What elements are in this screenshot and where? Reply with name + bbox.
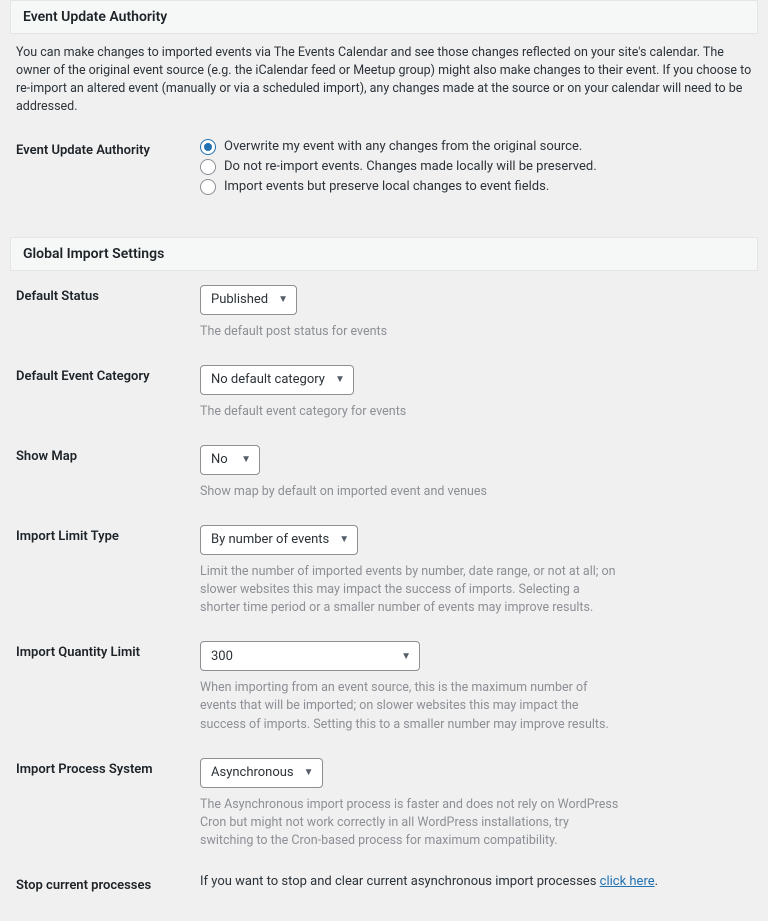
chevron-down-icon: ▼ (304, 767, 314, 778)
helper-text: The default post status for events (200, 323, 620, 341)
radio-icon (200, 159, 216, 175)
stop-processes-text: If you want to stop and clear current as… (200, 874, 658, 889)
radio-option-preserve-local[interactable]: Import events but preserve local changes… (200, 179, 748, 195)
field-label-default-status: Default Status (10, 271, 200, 351)
field-label-import-quantity-limit: Import Quantity Limit (10, 627, 200, 743)
radio-label: Do not re-import events. Changes made lo… (224, 159, 597, 174)
section-title: Event Update Authority (23, 9, 745, 25)
select-import-quantity-limit[interactable]: 300 ▼ (200, 641, 420, 671)
select-value: No default category (211, 372, 325, 387)
helper-text: The default event category for events (200, 403, 620, 421)
select-value: 300 (211, 649, 233, 664)
field-label-stop-processes: Stop current processes (10, 860, 200, 911)
radio-label: Import events but preserve local changes… (224, 179, 549, 194)
chevron-down-icon: ▼ (335, 374, 345, 385)
select-value: Asynchronous (211, 765, 294, 780)
chevron-down-icon: ▼ (339, 534, 349, 545)
select-show-map[interactable]: No ▼ (200, 445, 260, 475)
radio-option-do-not-reimport[interactable]: Do not re-import events. Changes made lo… (200, 159, 748, 175)
stop-text-prefix: If you want to stop and clear current as… (200, 874, 600, 889)
section-intro: You can make changes to imported events … (10, 34, 758, 125)
field-label-default-category: Default Event Category (10, 351, 200, 431)
stop-processes-link[interactable]: click here (600, 874, 655, 889)
field-label-show-map: Show Map (10, 431, 200, 511)
section-header-event-update-authority: Event Update Authority (10, 0, 758, 34)
chevron-down-icon: ▼ (401, 651, 411, 662)
radio-label: Overwrite my event with any changes from… (224, 139, 582, 154)
field-label-import-process: Import Process System (10, 744, 200, 860)
select-import-limit-type[interactable]: By number of events ▼ (200, 525, 358, 555)
field-label-import-limit-type: Import Limit Type (10, 511, 200, 627)
field-label-authority: Event Update Authority (10, 125, 200, 209)
select-default-status[interactable]: Published ▼ (200, 285, 297, 315)
radio-option-overwrite[interactable]: Overwrite my event with any changes from… (200, 139, 748, 155)
select-default-category[interactable]: No default category ▼ (200, 365, 354, 395)
helper-text: When importing from an event source, thi… (200, 679, 620, 733)
stop-text-suffix: . (655, 874, 658, 889)
helper-text: Show map by default on imported event an… (200, 483, 620, 501)
helper-text: The Asynchronous import process is faste… (200, 796, 620, 850)
chevron-down-icon: ▼ (278, 294, 288, 305)
chevron-down-icon: ▼ (241, 454, 251, 465)
section-title: Global Import Settings (23, 246, 745, 262)
select-value: Published (211, 292, 268, 307)
radio-icon (200, 139, 216, 155)
select-value: By number of events (211, 532, 329, 547)
select-import-process[interactable]: Asynchronous ▼ (200, 758, 323, 788)
helper-text: Limit the number of imported events by n… (200, 563, 620, 617)
select-value: No (211, 452, 228, 467)
section-header-global-import: Global Import Settings (10, 237, 758, 271)
radio-icon (200, 179, 216, 195)
